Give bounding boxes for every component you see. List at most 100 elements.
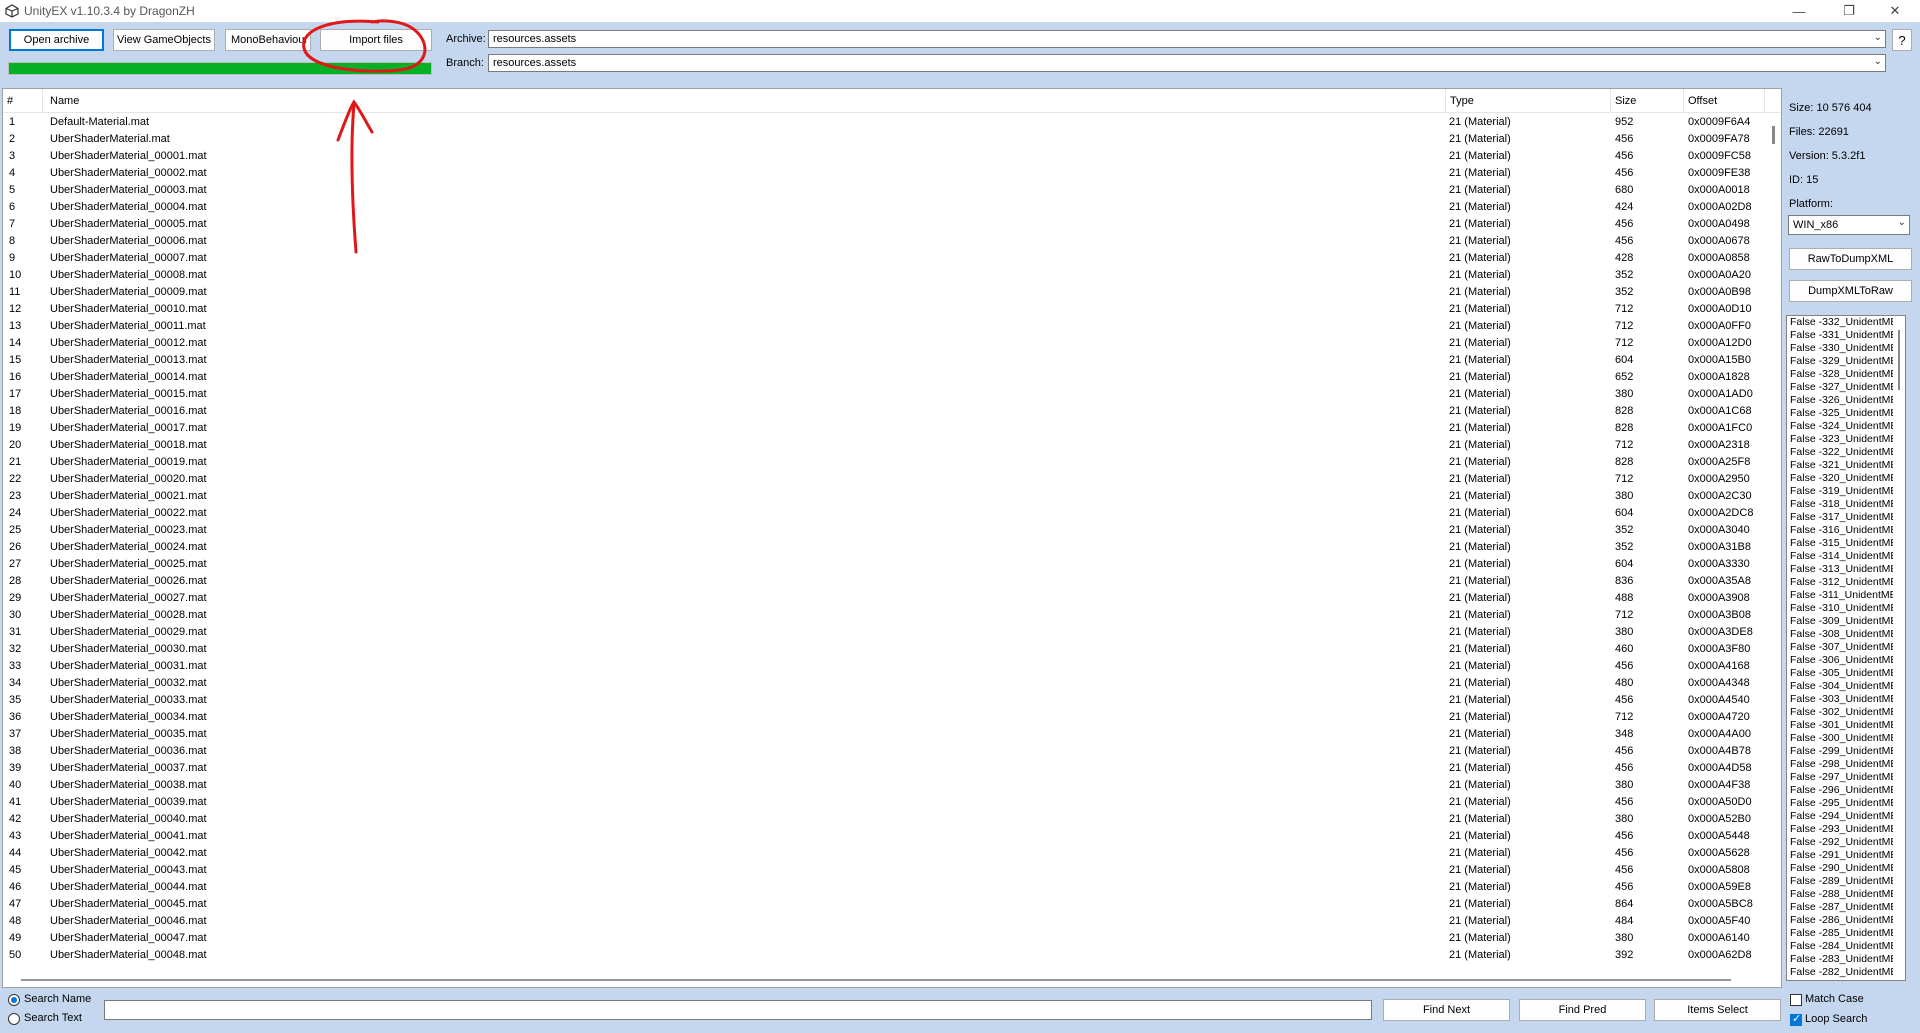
table-row[interactable]: 11 UberShaderMaterial_00009.mat 21 (Materi… xyxy=(3,284,1781,301)
list-item[interactable]: False -288_UnidentME xyxy=(1787,888,1905,901)
list-item[interactable]: False -328_UnidentME xyxy=(1787,368,1905,381)
column-header-type[interactable]: Type xyxy=(1446,89,1611,113)
items-select-button[interactable]: Items Select xyxy=(1654,999,1781,1021)
table-row[interactable]: 9 UberShaderMaterial_00007.mat 21 (Materia… xyxy=(3,250,1781,267)
list-item[interactable]: False -316_UnidentME xyxy=(1787,524,1905,537)
table-row[interactable]: 3 UberShaderMaterial_00001.mat 21 (Materia… xyxy=(3,148,1781,165)
table-row[interactable]: 28 UberShaderMaterial_00026.mat 21 (Materi… xyxy=(3,573,1781,590)
list-item[interactable]: False -294_UnidentME xyxy=(1787,810,1905,823)
column-header-size[interactable]: Size xyxy=(1611,89,1684,113)
chevron-down-icon[interactable]: ⌄ xyxy=(1874,56,1882,67)
table-row[interactable]: 33 UberShaderMaterial_00031.mat 21 (Materi… xyxy=(3,658,1781,675)
column-header-num[interactable]: # xyxy=(3,89,43,113)
list-item[interactable]: False -289_UnidentME xyxy=(1787,875,1905,888)
list-item[interactable]: False -292_UnidentME xyxy=(1787,836,1905,849)
match-case-checkbox[interactable] xyxy=(1790,994,1802,1006)
list-item[interactable]: False -321_UnidentME xyxy=(1787,459,1905,472)
table-row[interactable]: 35 UberShaderMaterial_00033.mat 21 (Materi… xyxy=(3,692,1781,709)
column-header-name[interactable]: Name xyxy=(46,89,1446,113)
table-row[interactable]: 16 UberShaderMaterial_00014.mat 21 (Materi… xyxy=(3,369,1781,386)
table-row[interactable]: 42 UberShaderMaterial_00040.mat 21 (Materi… xyxy=(3,811,1781,828)
search-name-label[interactable]: Search Name xyxy=(24,993,91,1005)
open-archive-button[interactable]: Open archive xyxy=(9,29,104,51)
table-row[interactable]: 23 UberShaderMaterial_00021.mat 21 (Materi… xyxy=(3,488,1781,505)
dump-xml-to-raw-button[interactable]: DumpXMLToRaw xyxy=(1789,280,1912,302)
search-text-label[interactable]: Search Text xyxy=(24,1012,82,1024)
member-list[interactable]: False -332_UnidentME False -331_UnidentME… xyxy=(1786,315,1906,981)
list-item[interactable]: False -306_UnidentME xyxy=(1787,654,1905,667)
minimize-button[interactable]: — xyxy=(1776,0,1822,22)
list-item[interactable]: False -300_UnidentME xyxy=(1787,732,1905,745)
find-next-button[interactable]: Find Next xyxy=(1383,999,1510,1021)
list-item[interactable]: False -332_UnidentME xyxy=(1787,316,1905,329)
table-row[interactable]: 30 UberShaderMaterial_00028.mat 21 (Materi… xyxy=(3,607,1781,624)
list-item[interactable]: False -322_UnidentME xyxy=(1787,446,1905,459)
table-row[interactable]: 6 UberShaderMaterial_00004.mat 21 (Materia… xyxy=(3,199,1781,216)
table-row[interactable]: 34 UberShaderMaterial_00032.mat 21 (Materi… xyxy=(3,675,1781,692)
list-item[interactable]: False -327_UnidentME xyxy=(1787,381,1905,394)
list-item[interactable]: False -299_UnidentME xyxy=(1787,745,1905,758)
maximize-button[interactable]: ❐ xyxy=(1826,0,1872,22)
table-row[interactable]: 18 UberShaderMaterial_00016.mat 21 (Materi… xyxy=(3,403,1781,420)
table-row[interactable]: 7 UberShaderMaterial_00005.mat 21 (Materia… xyxy=(3,216,1781,233)
table-row[interactable]: 25 UberShaderMaterial_00023.mat 21 (Materi… xyxy=(3,522,1781,539)
list-item[interactable]: False -286_UnidentME xyxy=(1787,914,1905,927)
list-item[interactable]: False -309_UnidentME xyxy=(1787,615,1905,628)
help-button[interactable]: ? xyxy=(1892,29,1912,51)
platform-select[interactable]: WIN_x86 ⌄ xyxy=(1788,215,1910,235)
chevron-down-icon[interactable]: ⌄ xyxy=(1874,32,1882,43)
table-row[interactable]: 43 UberShaderMaterial_00041.mat 21 (Materi… xyxy=(3,828,1781,845)
find-pred-button[interactable]: Find Pred xyxy=(1519,999,1646,1021)
list-item[interactable]: False -305_UnidentME xyxy=(1787,667,1905,680)
import-files-button[interactable]: Import files xyxy=(320,29,432,51)
column-header-offset[interactable]: Offset xyxy=(1684,89,1765,113)
list-item[interactable]: False -323_UnidentME xyxy=(1787,433,1905,446)
table-row[interactable]: 39 UberShaderMaterial_00037.mat 21 (Materi… xyxy=(3,760,1781,777)
list-item[interactable]: False -284_UnidentME xyxy=(1787,940,1905,953)
vertical-scrollbar[interactable] xyxy=(1765,114,1781,964)
list-item[interactable]: False -297_UnidentME xyxy=(1787,771,1905,784)
table-row[interactable]: 20 UberShaderMaterial_00018.mat 21 (Materi… xyxy=(3,437,1781,454)
table-row[interactable]: 48 UberShaderMaterial_00046.mat 21 (Materi… xyxy=(3,913,1781,930)
branch-combo[interactable]: resources.assets ⌄ xyxy=(488,54,1886,72)
list-item[interactable]: False -304_UnidentME xyxy=(1787,680,1905,693)
list-item[interactable]: False -303_UnidentME xyxy=(1787,693,1905,706)
list-item[interactable]: False -315_UnidentME xyxy=(1787,537,1905,550)
list-item[interactable]: False -295_UnidentME xyxy=(1787,797,1905,810)
list-item[interactable]: False -331_UnidentME xyxy=(1787,329,1905,342)
list-item[interactable]: False -287_UnidentME xyxy=(1787,901,1905,914)
loop-search-label[interactable]: Loop Search xyxy=(1805,1013,1867,1025)
list-item[interactable]: False -301_UnidentME xyxy=(1787,719,1905,732)
table-row[interactable]: 12 UberShaderMaterial_00010.mat 21 (Materi… xyxy=(3,301,1781,318)
list-item[interactable]: False -283_UnidentME xyxy=(1787,953,1905,966)
list-item[interactable]: False -296_UnidentME xyxy=(1787,784,1905,797)
list-item[interactable]: False -285_UnidentME xyxy=(1787,927,1905,940)
horizontal-scrollbar[interactable] xyxy=(3,969,1765,987)
loop-search-checkbox[interactable] xyxy=(1790,1012,1802,1026)
list-item[interactable]: False -312_UnidentME xyxy=(1787,576,1905,589)
table-row[interactable]: 24 UberShaderMaterial_00022.mat 21 (Materi… xyxy=(3,505,1781,522)
list-item[interactable]: False -318_UnidentME xyxy=(1787,498,1905,511)
table-row[interactable]: 36 UberShaderMaterial_00034.mat 21 (Materi… xyxy=(3,709,1781,726)
table-row[interactable]: 26 UberShaderMaterial_00024.mat 21 (Materi… xyxy=(3,539,1781,556)
list-item[interactable]: False -302_UnidentME xyxy=(1787,706,1905,719)
monobehaviour-button[interactable]: MonoBehaviour xyxy=(225,29,311,51)
match-case-label[interactable]: Match Case xyxy=(1805,993,1864,1005)
list-item[interactable]: False -313_UnidentME xyxy=(1787,563,1905,576)
list-item[interactable]: False -314_UnidentME xyxy=(1787,550,1905,563)
table-row[interactable]: 31 UberShaderMaterial_00029.mat 21 (Materi… xyxy=(3,624,1781,641)
table-row[interactable]: 8 UberShaderMaterial_00006.mat 21 (Materia… xyxy=(3,233,1781,250)
table-row[interactable]: 5 UberShaderMaterial_00003.mat 21 (Materia… xyxy=(3,182,1781,199)
list-item[interactable]: False -329_UnidentME xyxy=(1787,355,1905,368)
table-row[interactable]: 40 UberShaderMaterial_00038.mat 21 (Materi… xyxy=(3,777,1781,794)
search-input[interactable] xyxy=(104,1000,1372,1020)
list-item[interactable]: False -310_UnidentME xyxy=(1787,602,1905,615)
table-row[interactable]: 38 UberShaderMaterial_00036.mat 21 (Materi… xyxy=(3,743,1781,760)
list-item[interactable]: False -320_UnidentME xyxy=(1787,472,1905,485)
list-item[interactable]: False -290_UnidentME xyxy=(1787,862,1905,875)
table-row[interactable]: 45 UberShaderMaterial_00043.mat 21 (Materi… xyxy=(3,862,1781,879)
list-item[interactable]: False -293_UnidentME xyxy=(1787,823,1905,836)
close-button[interactable]: ✕ xyxy=(1872,0,1918,22)
list-item[interactable]: False -307_UnidentME xyxy=(1787,641,1905,654)
table-row[interactable]: 10 UberShaderMaterial_00008.mat 21 (Materi… xyxy=(3,267,1781,284)
